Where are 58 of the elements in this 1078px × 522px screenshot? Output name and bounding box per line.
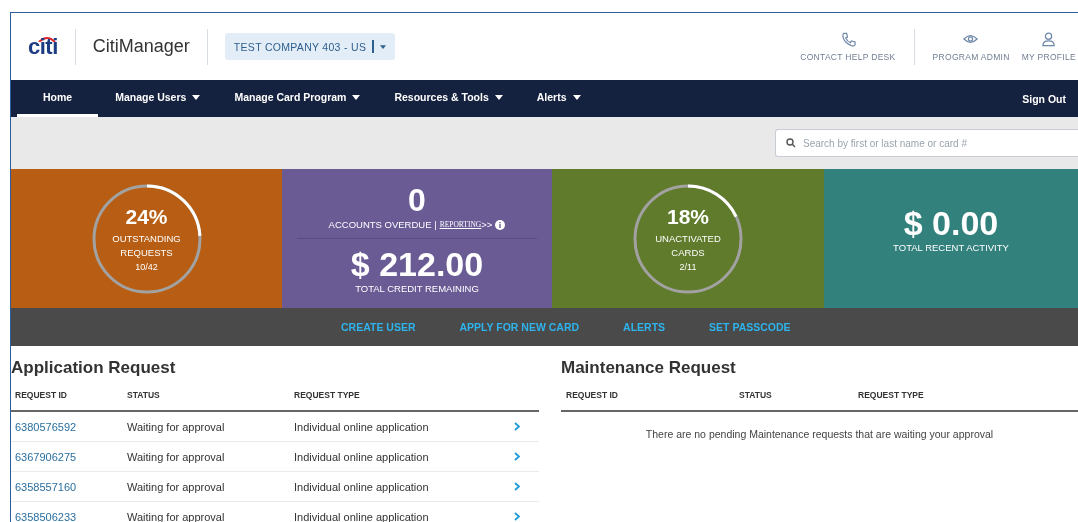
section-title: Application Request <box>11 358 177 379</box>
empty-message: There are no pending Maintenance requests that are waiting your approval <box>644 427 995 440</box>
stat-label: TOTAL CREDIT REMAINING <box>355 283 479 294</box>
app-name: CitiManager <box>92 36 190 57</box>
table-cell-text: Individual online application <box>294 480 430 493</box>
chevron-icon <box>514 421 520 431</box>
nav-item[interactable]: Resources & Tools <box>377 80 520 117</box>
stat-count: 10/42 <box>135 262 158 272</box>
search-icon <box>786 138 796 148</box>
company-selector[interactable]: TEST COMPANY 403 - US <box>224 33 395 60</box>
table-cell-text: Individual online application <box>294 510 430 522</box>
request-id-link[interactable]: 6380576592 <box>15 420 77 433</box>
stat-label: UNACTIVATED CARDS <box>654 232 722 260</box>
table-cell-text: Individual online application <box>294 420 430 433</box>
column-header: STATUS <box>127 390 161 400</box>
action-link[interactable]: ALERTS <box>623 321 666 333</box>
caret-icon <box>379 44 386 49</box>
chevron-icon <box>514 481 520 491</box>
stat-label: ACCOUNTS OVERDUE | <box>328 219 437 230</box>
nav-item[interactable]: Alerts <box>519 80 598 117</box>
column-header: REQUEST ID <box>14 390 68 400</box>
action-link[interactable]: CREATE USER <box>341 321 416 333</box>
request-id-link[interactable]: 6358506233 <box>15 510 77 522</box>
stat-count: 2/11 <box>679 262 697 272</box>
sign-out-link[interactable]: Sign Out <box>1022 92 1066 105</box>
stat-value: 18% <box>667 205 709 229</box>
stat-label: OUTSTANDING REQUESTS <box>111 232 182 260</box>
utility-link[interactable]: CONTACT HELP DESK <box>794 31 902 62</box>
nav-item[interactable]: Manage Users <box>98 80 218 117</box>
request-id-link[interactable]: 6358557160 <box>15 480 77 493</box>
table-cell-text: Waiting for approval <box>127 480 226 493</box>
chevron-icon <box>514 511 520 521</box>
utility-link[interactable]: MY PROFILE <box>1015 31 1078 62</box>
column-header: STATUS <box>739 390 773 400</box>
nav-item[interactable]: Manage Card Program <box>217 80 378 117</box>
column-header: REQUEST TYPE <box>858 390 925 400</box>
action-link[interactable]: SET PASSCODE <box>709 321 791 333</box>
column-header: REQUEST TYPE <box>294 390 361 400</box>
table-cell-text: Waiting for approval <box>127 510 226 522</box>
stat-value: 24% <box>125 205 168 229</box>
person-icon <box>1040 31 1057 48</box>
logo: citi <box>28 35 58 58</box>
chevron-icon <box>514 451 520 461</box>
phone-icon <box>839 31 856 48</box>
section-title: Maintenance Request <box>561 358 737 379</box>
action-link[interactable]: APPLY FOR NEW CARD <box>459 321 580 333</box>
column-header: REQUEST ID <box>565 390 619 400</box>
info-icon <box>495 219 506 230</box>
stat-value: 0 <box>408 183 426 217</box>
table-cell-text: Individual online application <box>294 450 430 463</box>
stat-label: TOTAL RECENT ACTIVITY <box>893 242 1009 253</box>
table-cell-text: Waiting for approval <box>127 420 226 433</box>
utility-link[interactable]: PROGRAM ADMIN <box>926 31 1016 62</box>
stat-value: $ 0.00 <box>903 204 999 242</box>
request-id-link[interactable]: 6367906275 <box>15 450 77 463</box>
search-field[interactable]: Search by first or last name or card # <box>775 129 1078 157</box>
stat-value: $ 212.00 <box>350 245 484 283</box>
table-cell-text: Waiting for approval <box>127 450 226 463</box>
